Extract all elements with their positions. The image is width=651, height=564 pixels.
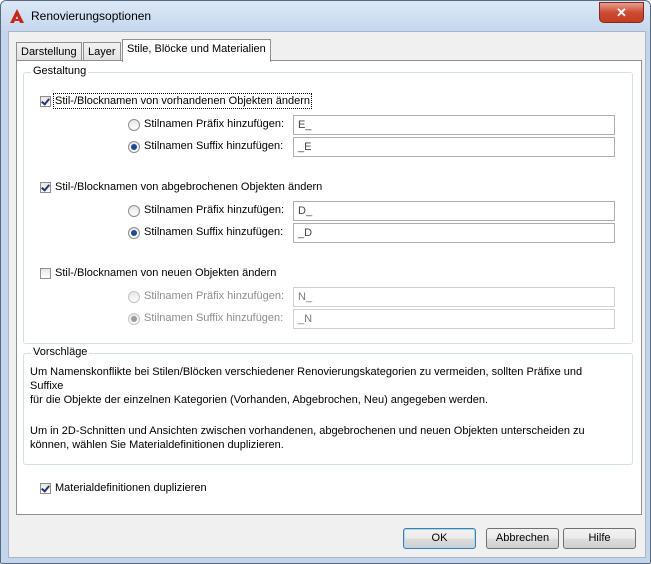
- checkbox-abgebrochene-objekte[interactable]: [40, 182, 51, 193]
- tab-layer[interactable]: Layer: [83, 42, 121, 61]
- radio-prefix-label[interactable]: Stilnamen Präfix hinzufügen:: [144, 204, 284, 216]
- dialog-window: Renovierungsoptionen ✕ Darstellung Layer…: [0, 0, 651, 564]
- radio-suffix-vorhanden[interactable]: [128, 141, 140, 153]
- prefix-field-neu: N_: [293, 287, 615, 307]
- radio-suffix-label[interactable]: Stilnamen Suffix hinzufügen:: [144, 226, 283, 238]
- tab-darstellung[interactable]: Darstellung: [16, 42, 82, 61]
- hint-line: Um in 2D-Schnitten und Ansichten zwische…: [30, 425, 585, 437]
- tab-label: Stile, Blöcke und Materialien: [127, 43, 266, 55]
- suffix-field-abgebrochen[interactable]: _D: [293, 223, 615, 243]
- tab-stile-bloecke-materialien[interactable]: Stile, Blöcke und Materialien: [122, 39, 271, 62]
- autocad-red-a-icon: [10, 9, 24, 23]
- hint-line: Um Namenskonflikte bei Stilen/Blöcken ve…: [30, 366, 583, 392]
- tab-label: Layer: [88, 46, 116, 58]
- hint-line: können, wählen Sie Materialdefinitionen …: [30, 439, 284, 451]
- window-title: Renovierungsoptionen: [31, 9, 152, 23]
- radio-prefix-neu[interactable]: [128, 291, 140, 303]
- hint-paragraph-2: Um in 2D-Schnitten und Ansichten zwische…: [30, 424, 610, 452]
- close-icon: ✕: [616, 5, 627, 20]
- cancel-button[interactable]: Abbrechen: [486, 528, 559, 549]
- dialog-client: Darstellung Layer Stile, Blöcke und Mate…: [8, 31, 646, 558]
- hint-line: für die Objekte der einzelnen Kategorien…: [30, 394, 489, 406]
- title-bar[interactable]: Renovierungsoptionen ✕: [1, 1, 650, 31]
- radio-prefix-vorhanden[interactable]: [128, 119, 140, 131]
- radio-prefix-abgebrochen[interactable]: [128, 205, 140, 217]
- radio-suffix-label[interactable]: Stilnamen Suffix hinzufügen:: [144, 140, 283, 152]
- checkbox-materialdefinitionen[interactable]: [40, 483, 51, 494]
- close-button[interactable]: ✕: [599, 2, 644, 23]
- hint-paragraph-1: Um Namenskonflikte bei Stilen/Blöcken ve…: [30, 365, 610, 407]
- group-title: Gestaltung: [31, 65, 89, 77]
- radio-suffix-label: Stilnamen Suffix hinzufügen:: [144, 312, 284, 324]
- prefix-field-abgebrochen[interactable]: D_: [293, 201, 615, 221]
- group-title: Vorschläge: [31, 346, 90, 358]
- prefix-field-vorhanden[interactable]: E_: [293, 115, 615, 135]
- ok-button[interactable]: OK: [403, 528, 476, 549]
- radio-suffix-abgebrochen[interactable]: [128, 227, 140, 239]
- suffix-field-vorhanden[interactable]: _E: [293, 137, 615, 157]
- radio-suffix-neu[interactable]: [128, 313, 140, 325]
- checkbox-materialdefinitionen-label[interactable]: Materialdefinitionen duplizieren: [55, 482, 207, 494]
- suffix-field-neu: _N: [293, 309, 615, 329]
- checkbox-neue-label[interactable]: Stil-/Blocknamen von neuen Objekten ände…: [55, 267, 276, 279]
- checkbox-vorhandene-objekte[interactable]: [40, 96, 51, 107]
- radio-prefix-label[interactable]: Stilnamen Präfix hinzufügen:: [144, 118, 284, 130]
- radio-prefix-label: Stilnamen Präfix hinzufügen:: [144, 290, 285, 302]
- checkbox-vorhandene-label[interactable]: Stil-/Blocknamen von vorhandenen Objekte…: [53, 93, 312, 109]
- help-button[interactable]: Hilfe: [563, 528, 636, 549]
- tab-label: Darstellung: [21, 46, 77, 58]
- checkbox-abgebrochene-label[interactable]: Stil-/Blocknamen von abgebrochenen Objek…: [55, 181, 322, 193]
- gestaltung-group: Gestaltung Stil-/Blocknamen von vorhande…: [23, 65, 633, 344]
- tab-panel: Gestaltung Stil-/Blocknamen von vorhande…: [16, 60, 642, 515]
- checkbox-neue-objekte[interactable]: [40, 268, 51, 279]
